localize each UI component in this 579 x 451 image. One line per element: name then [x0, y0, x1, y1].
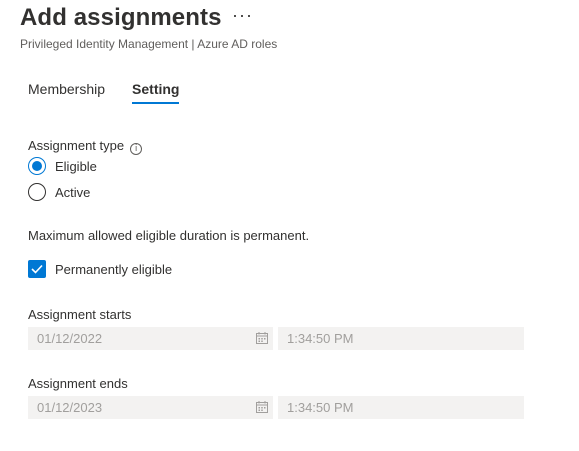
permanently-eligible-checkbox[interactable]: Permanently eligible [28, 260, 172, 278]
end-time-field[interactable]: 1:34:50 PM [278, 396, 524, 419]
radio-active-label: Active [55, 184, 91, 200]
radio-active-circle[interactable] [28, 183, 46, 201]
end-date-field[interactable]: 01/12/2023 [28, 396, 273, 419]
tab-bar: Membership Setting [28, 81, 206, 104]
radio-eligible-circle[interactable] [28, 157, 46, 175]
radio-eligible-label: Eligible [55, 158, 97, 174]
tab-membership[interactable]: Membership [28, 81, 105, 102]
end-date-value: 01/12/2023 [37, 400, 103, 415]
page-subtitle: Privileged Identity Management | Azure A… [20, 37, 278, 51]
duration-note: Maximum allowed eligible duration is per… [28, 228, 310, 243]
start-date-value: 01/12/2022 [37, 331, 103, 346]
calendar-icon[interactable] [256, 401, 268, 413]
assignment-ends-label: Assignment ends [28, 376, 128, 391]
radio-eligible[interactable]: Eligible [28, 157, 97, 175]
more-icon[interactable]: ··· [232, 5, 253, 26]
assignment-type-label-text: Assignment type [28, 138, 125, 153]
page-title: Add assignments [20, 4, 222, 31]
permanently-eligible-label: Permanently eligible [55, 261, 173, 277]
calendar-icon[interactable] [256, 332, 268, 344]
checkbox-box[interactable] [28, 260, 46, 278]
checkmark-icon [31, 264, 43, 274]
start-date-field[interactable]: 01/12/2022 [28, 327, 273, 350]
info-icon[interactable]: i [130, 143, 143, 155]
radio-active[interactable]: Active [28, 183, 90, 201]
assignment-starts-label: Assignment starts [28, 307, 132, 322]
tab-setting[interactable]: Setting [132, 81, 180, 104]
assignment-type-label: Assignment type i [28, 138, 143, 155]
start-time-field[interactable]: 1:34:50 PM [278, 327, 524, 350]
